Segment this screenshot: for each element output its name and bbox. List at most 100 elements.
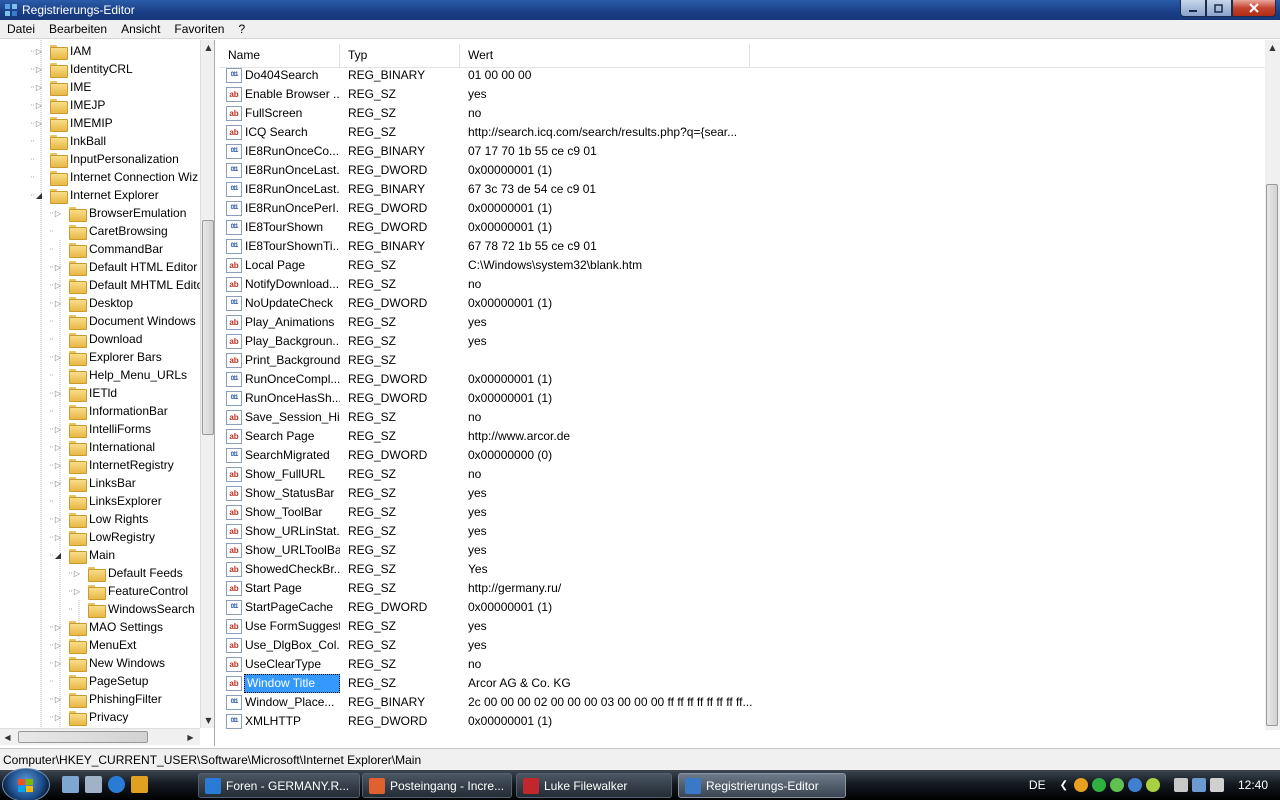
media-player-icon[interactable]	[131, 776, 148, 793]
menu-ansicht[interactable]: Ansicht	[114, 22, 167, 36]
tree-item[interactable]: LinksExplorer	[53, 492, 162, 510]
expand-arrow-icon[interactable]: ▷	[53, 460, 63, 470]
horizontal-scroll-thumb[interactable]	[18, 731, 148, 743]
expand-arrow-icon[interactable]: ▷	[53, 424, 63, 434]
tree-item[interactable]: ▷ IMEJP	[34, 96, 105, 114]
tree-item[interactable]: ▷ IME	[34, 78, 91, 96]
clock[interactable]: 12:40	[1238, 778, 1268, 792]
value-row[interactable]: ab UseClearType REG_SZ no	[220, 655, 1265, 674]
expand-arrow-icon[interactable]: ▷	[72, 586, 82, 596]
taskbar-button[interactable]: Foren - GERMANY.R...	[198, 773, 360, 798]
network-icon[interactable]	[1191, 778, 1206, 792]
tree-item[interactable]: ▷ IntelliForms	[53, 420, 151, 438]
scroll-down-icon[interactable]: ▼	[201, 713, 214, 728]
column-value-header[interactable]: Wert	[460, 44, 750, 68]
value-row[interactable]: 011 RunOnceCompl... REG_DWORD 0x00000001 (1…	[220, 370, 1265, 389]
collapse-arrow-icon[interactable]: ◢	[34, 190, 44, 200]
value-row[interactable]: ab Use_DlgBox_Col... REG_SZ yes	[220, 636, 1265, 655]
value-row[interactable]: ab Show_StatusBar REG_SZ yes	[220, 484, 1265, 503]
value-row[interactable]: 011 SearchMigrated REG_DWORD 0x00000000 (0)	[220, 446, 1265, 465]
expand-arrow-icon[interactable]: ▷	[53, 712, 63, 722]
tree-item[interactable]: InputPersonalization	[34, 150, 179, 168]
switch-windows-icon[interactable]	[85, 776, 102, 793]
expand-arrow-icon[interactable]: ▷	[53, 694, 63, 704]
ie-icon[interactable]	[108, 776, 125, 793]
tray-icq-icon[interactable]	[1091, 778, 1106, 792]
tray-check-icon[interactable]	[1109, 778, 1124, 792]
tree-vertical-scrollbar[interactable]: ▲ ▼	[200, 40, 214, 728]
expand-arrow-icon[interactable]: ▷	[53, 514, 63, 524]
value-row[interactable]: 011 XMLHTTP REG_DWORD 0x00000001 (1)	[220, 712, 1265, 731]
value-row[interactable]: ab NotifyDownload... REG_SZ no	[220, 275, 1265, 294]
tree-item[interactable]: ▷ MAO Settings	[53, 618, 163, 636]
value-row[interactable]: ab Show_URLToolBar REG_SZ yes	[220, 541, 1265, 560]
tree-item[interactable]: ▷ BrowserEmulation	[53, 204, 186, 222]
tree-item[interactable]: ▷ Default HTML Editor	[53, 258, 197, 276]
menu-help[interactable]: ?	[231, 22, 252, 36]
tree-item[interactable]: ▷ Default Feeds	[72, 564, 183, 582]
tree-item[interactable]: PageSetup	[53, 672, 148, 690]
scroll-left-icon[interactable]: ◀	[0, 730, 15, 745]
menu-favoriten[interactable]: Favoriten	[167, 22, 231, 36]
close-button[interactable]	[1232, 0, 1276, 17]
menu-bearbeiten[interactable]: Bearbeiten	[42, 22, 114, 36]
registry-tree[interactable]: ▷ IAM ▷ IdentityCRL ▷ IME ▷ IMEJP ▷ IMEMIP InkBall…	[0, 40, 215, 746]
value-row[interactable]: 011 IE8RunOnceCo... REG_BINARY 07 17 70 1b …	[220, 142, 1265, 161]
tree-item[interactable]: CommandBar	[53, 240, 163, 258]
value-row[interactable]: 011 IE8TourShown REG_DWORD 0x00000001 (1)	[220, 218, 1265, 237]
value-row[interactable]: 011 NoUpdateCheck REG_DWORD 0x00000001 (1)	[220, 294, 1265, 313]
scroll-up-icon[interactable]: ▲	[1265, 40, 1280, 55]
value-row[interactable]: 011 Do404Search REG_BINARY 01 00 00 00	[220, 66, 1265, 85]
start-button[interactable]	[2, 768, 50, 800]
expand-arrow-icon[interactable]: ▷	[53, 298, 63, 308]
volume-icon[interactable]	[1209, 778, 1224, 792]
expand-arrow-icon[interactable]: ▷	[72, 568, 82, 578]
tree-item[interactable]: InformationBar	[53, 402, 168, 420]
column-type-header[interactable]: Typ	[340, 44, 460, 68]
value-row[interactable]: ab Show_FullURL REG_SZ no	[220, 465, 1265, 484]
tree-item[interactable]: ▷ InternetRegistry	[53, 456, 174, 474]
values-list[interactable]: Name Typ Wert 011 Do404Search REG_BINARY 01…	[220, 40, 1280, 746]
tree-item[interactable]: Document Windows	[53, 312, 196, 330]
tray-device-icon[interactable]	[1173, 778, 1188, 792]
tree-item[interactable]: ▷ IETld	[53, 384, 117, 402]
tree-item[interactable]: ▷ LinksBar	[53, 474, 136, 492]
value-row[interactable]: 011 IE8TourShownTi... REG_BINARY 67 78 72 1…	[220, 237, 1265, 256]
expand-arrow-icon[interactable]: ▷	[53, 622, 63, 632]
tree-item[interactable]: WindowsSearch	[72, 600, 195, 618]
value-row[interactable]: ab Window Title REG_SZ Arcor AG & Co. KG	[220, 674, 1265, 693]
scroll-thumb[interactable]	[1266, 184, 1278, 726]
tree-item[interactable]: ▷ FeatureControl	[72, 582, 188, 600]
tree-item[interactable]: Help_Menu_URLs	[53, 366, 187, 384]
minimize-button[interactable]	[1180, 0, 1206, 17]
expand-arrow-icon[interactable]: ▷	[53, 640, 63, 650]
tree-item[interactable]: CaretBrowsing	[53, 222, 168, 240]
expand-arrow-icon[interactable]: ▷	[53, 442, 63, 452]
tray-expand-icon[interactable]: ❮	[1060, 780, 1068, 791]
value-row[interactable]: ab Start Page REG_SZ http://germany.ru/	[220, 579, 1265, 598]
scroll-right-icon[interactable]: ▶	[183, 730, 198, 745]
tree-item[interactable]: ▷ Privacy	[53, 708, 128, 726]
tree-item[interactable]: ▷ IMEMIP	[34, 114, 113, 132]
tree-item[interactable]: Internet Connection Wiz	[34, 168, 198, 186]
tree-item[interactable]: ▷ IdentityCRL	[34, 60, 133, 78]
tray-app-icon[interactable]	[1073, 778, 1088, 792]
expand-arrow-icon[interactable]: ▷	[34, 82, 44, 92]
tree-item[interactable]: ▷ PhishingFilter	[53, 690, 162, 708]
value-row[interactable]: ab Local Page REG_SZ C:\Windows\system32\bl…	[220, 256, 1265, 275]
language-indicator[interactable]: DE	[1029, 778, 1046, 792]
value-row[interactable]: ab ICQ Search REG_SZ http://search.icq.com/…	[220, 123, 1265, 142]
tray-network-icon[interactable]	[1127, 778, 1142, 792]
taskbar-button[interactable]: Luke Filewalker	[516, 773, 672, 798]
value-row[interactable]: ab FullScreen REG_SZ no	[220, 104, 1265, 123]
expand-arrow-icon[interactable]: ▷	[34, 118, 44, 128]
tree-item[interactable]: ▷ Default MHTML Edito	[53, 276, 200, 294]
taskbar-button[interactable]: Posteingang - Incre...	[362, 773, 512, 798]
value-row[interactable]: ab Print_Background REG_SZ	[220, 351, 1265, 370]
menu-datei[interactable]: Datei	[0, 22, 42, 36]
tree-item[interactable]: ◢ Main	[53, 546, 115, 564]
value-row[interactable]: ab Show_ToolBar REG_SZ yes	[220, 503, 1265, 522]
tree-horizontal-scrollbar[interactable]: ◀ ▶	[0, 728, 200, 745]
maximize-button[interactable]	[1206, 0, 1232, 17]
value-row[interactable]: 011 Window_Place... REG_BINARY 2c 00 00 00 …	[220, 693, 1265, 712]
